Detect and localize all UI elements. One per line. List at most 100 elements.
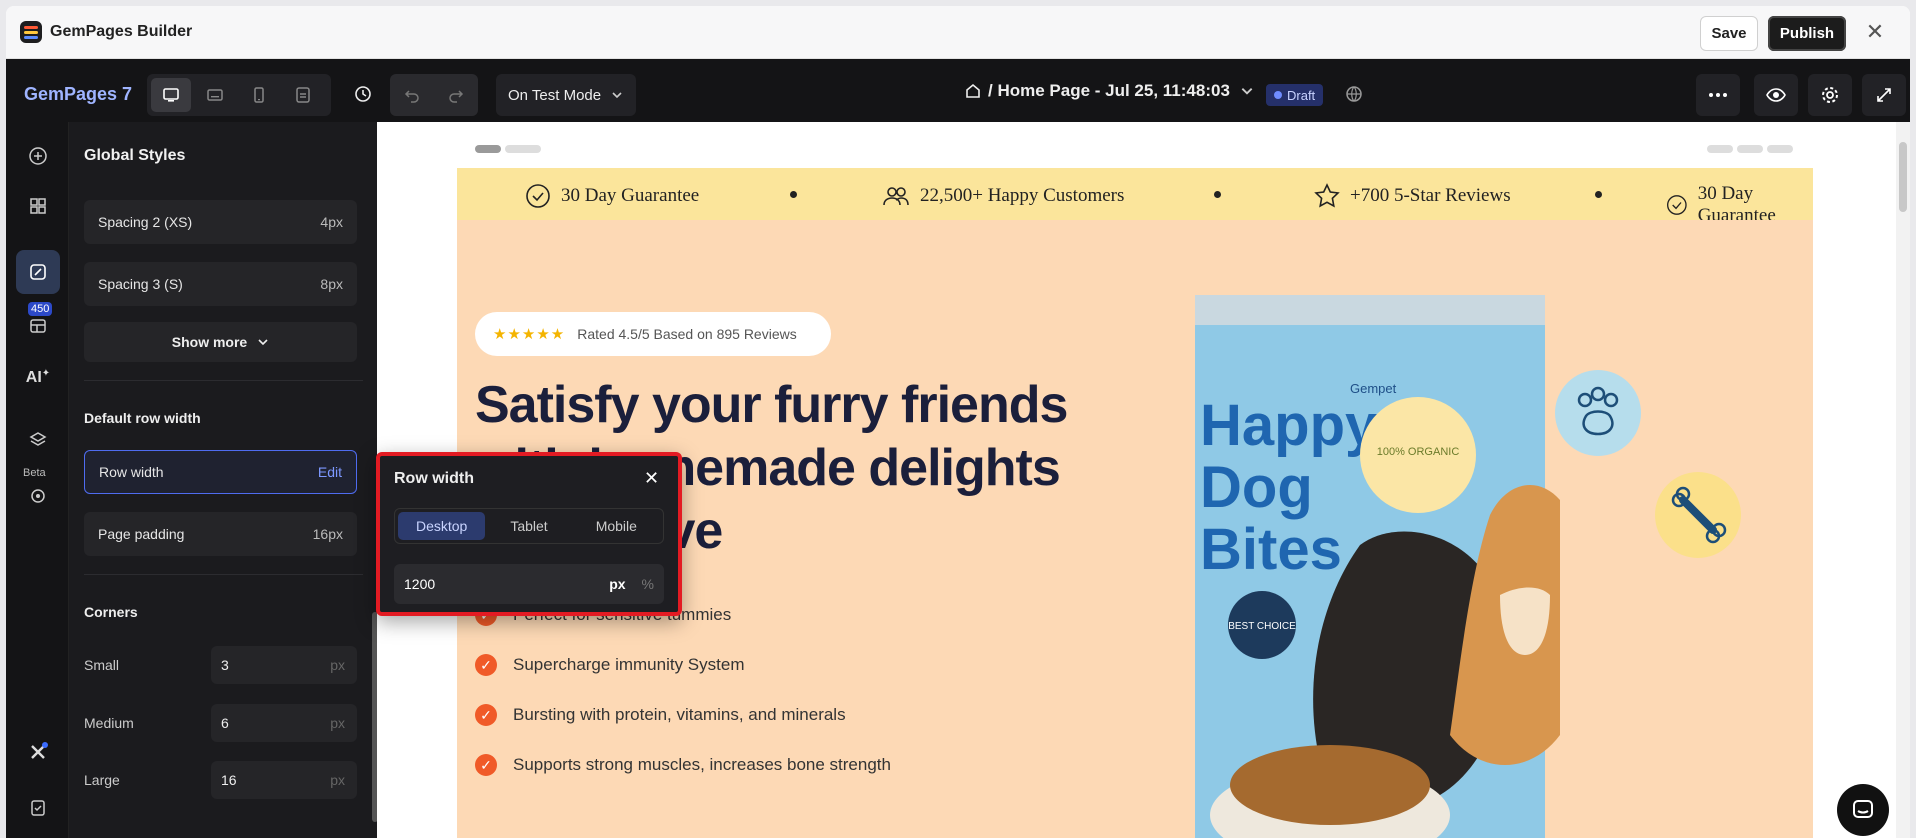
device-switcher (147, 74, 331, 116)
laptop-view-icon[interactable] (195, 78, 235, 112)
spacing-label: Spacing 3 (S) (98, 276, 183, 292)
chevron-down-icon (258, 339, 268, 346)
header-placeholder (1767, 145, 1793, 153)
organic-badge: 100% ORGANIC (1377, 446, 1460, 458)
publish-button[interactable]: Publish (1768, 16, 1846, 51)
tab-mobile[interactable]: Mobile (573, 512, 660, 540)
save-button[interactable]: Save (1700, 16, 1758, 51)
mobile-view-icon[interactable] (239, 78, 279, 112)
fullscreen-button[interactable] (1862, 74, 1906, 116)
chat-launcher-button[interactable] (1837, 784, 1889, 836)
default-row-width-heading: Default row width (84, 410, 201, 426)
tab-tablet[interactable]: Tablet (485, 512, 572, 540)
bullet-text: Supports strong muscles, increases bone … (513, 755, 891, 774)
announcement-text: 30 Day Guarantee (1697, 183, 1776, 220)
global-styles-icon[interactable] (16, 250, 60, 294)
popover-title: Row width (394, 470, 474, 487)
product-image[interactable]: Gempet Happy Dog Bites 100% ORGANIC BEST… (1190, 295, 1560, 838)
app-logo-icon (20, 21, 42, 43)
test-mode-dropdown[interactable]: On Test Mode (496, 74, 636, 116)
checklist-icon[interactable] (16, 786, 60, 830)
add-element-icon[interactable] (16, 134, 60, 178)
status-badge: Draft (1266, 84, 1324, 106)
paw-icon (1555, 370, 1641, 456)
settings-button[interactable] (1808, 74, 1852, 116)
header-placeholder (505, 145, 541, 153)
redo-icon[interactable] (434, 74, 478, 116)
unit-percent-toggle[interactable]: % (642, 576, 654, 592)
row-width-row[interactable]: Row width Edit (84, 450, 357, 494)
corner-unit: px (330, 715, 345, 731)
corner-small-input[interactable]: 3 px (211, 646, 357, 684)
corner-unit: px (330, 657, 345, 673)
status-label: Draft (1287, 87, 1316, 103)
corner-value: 16 (221, 772, 237, 788)
corner-large-label: Large (84, 772, 120, 788)
more-options-button[interactable] (1696, 74, 1740, 116)
announcement-item: 30 Day Guarantee (525, 183, 699, 209)
history-icon[interactable] (345, 76, 381, 112)
corner-medium-input[interactable]: 6 px (211, 704, 357, 742)
announcement-item: 22,500+ Happy Customers (882, 183, 1124, 209)
separator-dot (790, 191, 797, 198)
chevron-down-icon (612, 92, 622, 99)
left-rail: 450 AI ✦ Beta (6, 122, 69, 838)
header-placeholder (1707, 145, 1733, 153)
ai-icon[interactable]: AI ✦ (16, 356, 60, 400)
show-more-button[interactable]: Show more (84, 322, 357, 362)
announcement-text: 30 Day Guarantee (561, 185, 700, 206)
undo-icon[interactable] (390, 74, 434, 116)
mode-label: On Test Mode (508, 86, 602, 104)
page-padding-value: 16px (312, 526, 343, 542)
spacing-value: 4px (320, 214, 343, 230)
product-line2: Dog (1200, 455, 1313, 520)
spacing-label: Spacing 2 (XS) (98, 214, 193, 230)
close-icon[interactable]: ✕ (1862, 20, 1888, 46)
best-choice-badge: BEST CHOICE (1228, 621, 1296, 632)
row-width-popover: Row width ✕ Desktop Tablet Mobile 1200 p… (376, 452, 682, 616)
target-icon[interactable] (16, 474, 60, 518)
tab-desktop[interactable]: Desktop (398, 512, 486, 540)
app-title: GemPages Builder (50, 23, 193, 40)
announcement-bar: 30 Day Guarantee 22,500+ Happy Customers… (457, 168, 1813, 220)
spacing-s-row[interactable]: Spacing 3 (S) 8px (84, 262, 357, 306)
divider (84, 574, 363, 575)
corner-unit: px (330, 772, 345, 788)
product-line3: Bites (1200, 517, 1342, 582)
undo-redo-group (390, 74, 478, 116)
check-badge-icon (526, 184, 550, 208)
show-more-label: Show more (171, 334, 248, 350)
page-padding-row[interactable]: Page padding 16px (84, 512, 357, 556)
corners-heading: Corners (84, 604, 138, 620)
corner-medium-label: Medium (84, 715, 134, 731)
sections-icon[interactable] (16, 184, 60, 228)
spacing-xs-row[interactable]: Spacing 2 (XS) 4px (84, 200, 357, 244)
close-icon[interactable]: ✕ (644, 468, 659, 489)
globe-icon[interactable] (1336, 76, 1372, 112)
preview-button[interactable] (1754, 74, 1798, 116)
check-icon: ✓ (475, 654, 497, 676)
announcement-text: 22,500+ Happy Customers (920, 185, 1125, 206)
templates-icon[interactable] (16, 304, 60, 348)
check-badge-icon (1667, 195, 1687, 215)
device-tabs: Desktop Tablet Mobile (394, 508, 664, 544)
corner-large-input[interactable]: 16 px (211, 761, 357, 799)
unit-px-toggle[interactable]: px (609, 576, 625, 592)
canvas-scrollbar[interactable] (1896, 122, 1910, 838)
x-app-icon[interactable] (16, 730, 60, 774)
edit-link[interactable]: Edit (318, 464, 342, 480)
row-width-input[interactable]: 1200 px % (394, 564, 664, 604)
page-selector[interactable]: / Home Page - Jul 25, 11:48:03 (964, 81, 1254, 101)
layers-icon[interactable] (16, 418, 60, 462)
users-icon (883, 187, 909, 206)
gear-icon (1822, 87, 1838, 103)
app-window: GemPages Builder Save Publish ✕ GemPages… (6, 6, 1910, 838)
page-title: / Home Page - Jul 25, 11:48:03 (988, 81, 1230, 100)
panel-title: Global Styles (84, 147, 186, 164)
desktop-view-icon[interactable] (151, 78, 191, 112)
responsive-view-icon[interactable] (283, 78, 323, 112)
header-placeholder (475, 145, 501, 153)
brand-label: GemPages 7 (24, 84, 133, 104)
spacing-value: 8px (320, 276, 343, 292)
editor-toolbar: GemPages 7 On Test Mode / Home Page - Ju… (6, 59, 1910, 122)
